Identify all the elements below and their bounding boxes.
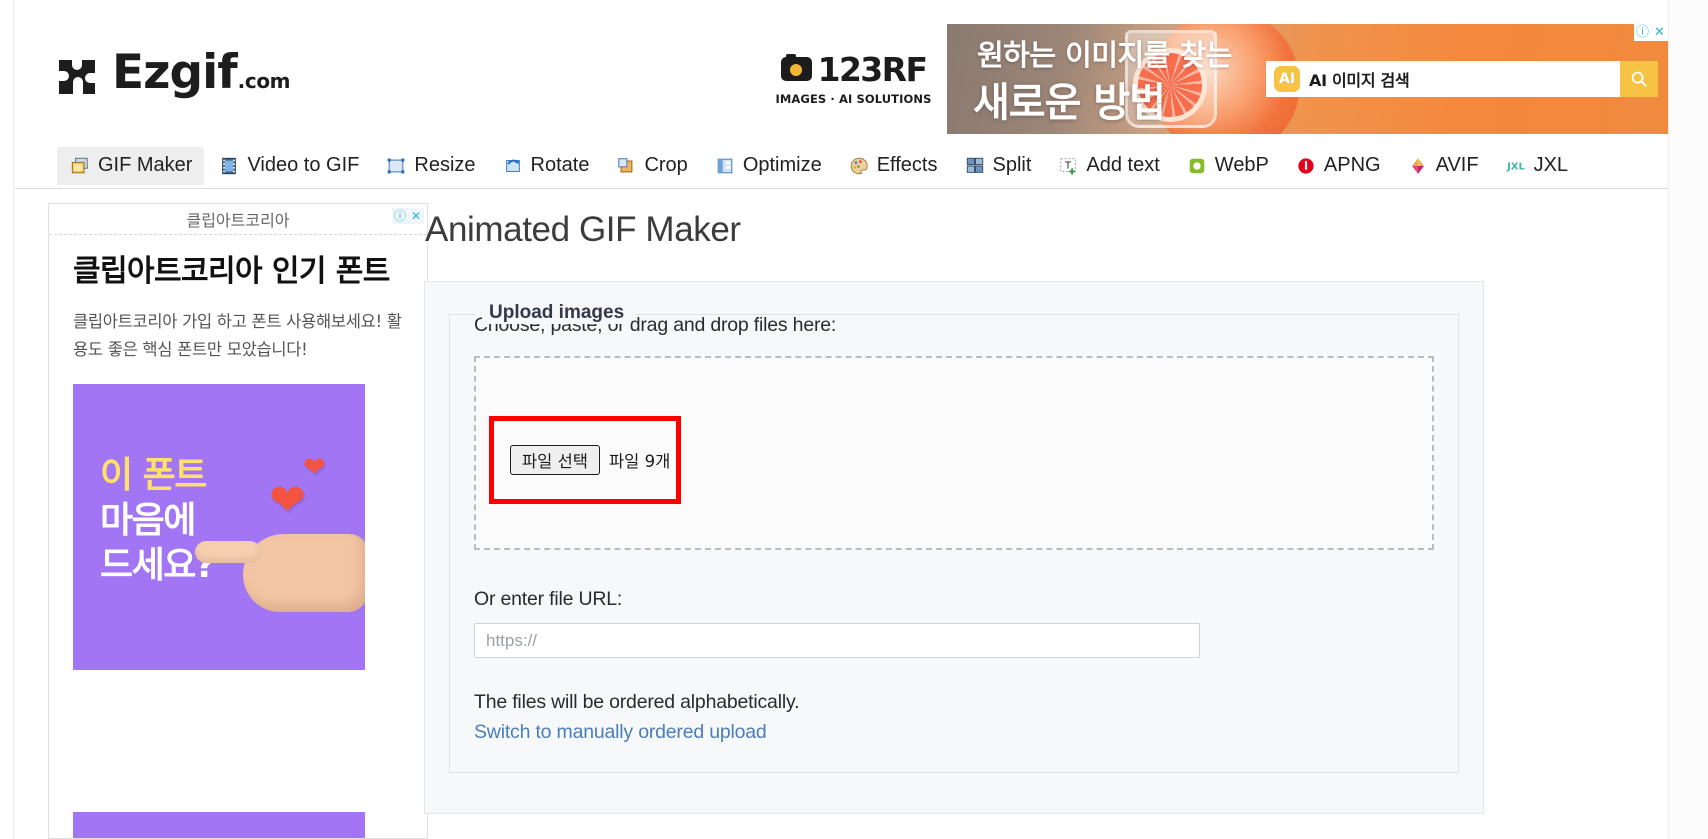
video-to-gif-icon [218,155,240,177]
search-icon[interactable] [1620,61,1658,97]
sidebar-ad-description: 클립아트코리아 가입 하고 폰트 사용해보세요! 활용도 좋은 핵심 폰트만 모… [73,312,402,359]
ad-creative[interactable]: 원하는 이미지를 찾는 새로운 방법 AI AI 이미지 검색 [947,24,1668,134]
page-left-edge [0,0,14,839]
nav-item-crop[interactable]: Crop [603,147,699,185]
url-label: Or enter file URL: [474,588,623,610]
nav-item-resize[interactable]: Resize [373,147,487,185]
nav-item-jxl[interactable]: JXL JXL [1493,147,1580,185]
svg-text:T: T [1064,160,1072,171]
close-icon[interactable]: ✕ [1651,24,1668,41]
nav-label: AVIF [1435,154,1479,176]
upload-fieldset: Upload images Choose, paste, or drag and… [449,302,1459,773]
svg-text:JXL: JXL [1506,161,1525,172]
crop-icon [615,155,637,177]
nav-label: APNG [1323,154,1381,176]
nav-item-add-text[interactable]: T Add text [1045,147,1171,185]
ad-advertiser-tagline: IMAGES · AI SOLUTIONS [775,91,932,106]
nav-label: WebP [1214,154,1269,176]
sidebar-ad-image-secondary[interactable] [73,812,365,838]
add-text-icon: T [1057,155,1079,177]
nav-item-optimize[interactable]: Optimize [702,147,834,185]
jxl-icon: JXL [1505,155,1527,177]
rotate-icon [502,155,524,177]
heart-icon-large: ❤ [269,475,306,525]
close-icon[interactable]: ✕ [408,208,424,224]
nav-label: JXL [1533,154,1569,176]
file-input-highlight: 파일 선택 파일 9개 [489,416,681,504]
top-banner-ad[interactable]: 123RF IMAGES · AI SOLUTIONS 원하는 이미지를 찾는 … [760,24,1668,134]
nav-item-webp[interactable]: WebP [1174,147,1281,185]
main-content: Animated GIF Maker Upload images Choose,… [424,210,1544,814]
nav-label: GIF Maker [98,154,193,176]
sidebar-ad-header: 클립아트코리아 ⓘ ✕ [49,204,427,235]
nav-label: Rotate [530,154,590,176]
nav-label: Add text [1086,154,1160,176]
nav-label: Optimize [742,154,822,176]
page-root: Ezgif .com 123RF IMAGES · AI SOLUTIONS 원… [0,0,1708,839]
logo-text: Ezgif [112,45,238,100]
main-nav[interactable]: GIF Maker Video to GIF Resize Rotate Cro… [15,143,1668,189]
gif-maker-icon [69,155,91,177]
site-header: Ezgif .com 123RF IMAGES · AI SOLUTIONS 원… [15,0,1668,143]
order-note: The files will be ordered alphabetically… [474,691,800,713]
page-right-edge [1668,0,1708,839]
ad-advertiser-name: 123RF [817,49,928,89]
webp-icon [1186,155,1208,177]
sidebar-ad-label: 클립아트코리아 [186,211,290,230]
puzzle-piece-icon [57,54,103,96]
ad-headline-line2: 새로운 방법 [973,80,1166,126]
nav-label: Effects [876,154,938,176]
apng-icon [1295,155,1317,177]
file-url-input[interactable] [474,623,1200,658]
nav-label: Video to GIF [247,154,360,176]
switch-upload-mode-link[interactable]: Switch to manually ordered upload [474,721,1434,744]
heart-icon-small: ❤ [303,451,326,482]
avif-icon [1407,155,1429,177]
site-logo[interactable]: Ezgif .com [57,36,291,100]
pointing-hand-image [195,533,365,612]
sidebar-ad-controls[interactable]: ⓘ ✕ [392,208,424,224]
split-icon [964,155,986,177]
nav-item-effects[interactable]: Effects [836,147,950,185]
ai-badge-icon: AI [1274,66,1300,92]
resize-icon [385,155,407,177]
nav-item-apng[interactable]: APNG [1283,147,1393,185]
adchoices-info-icon[interactable]: ⓘ [1634,24,1651,41]
effects-icon [848,155,870,177]
logo-tld: .com [237,69,291,93]
page-title: Animated GIF Maker [425,210,741,249]
choose-file-button[interactable]: 파일 선택 [510,445,600,475]
ad-controls[interactable]: ⓘ ✕ [1634,24,1668,41]
nav-item-split[interactable]: Split [952,147,1044,185]
promo-line-1: 이 폰트 [100,454,207,496]
nav-label: Resize [414,154,476,176]
nav-item-rotate[interactable]: Rotate [490,147,602,185]
nav-item-video-to-gif[interactable]: Video to GIF [206,147,371,185]
ad-search-bar[interactable]: AI AI 이미지 검색 [1266,61,1658,97]
ad-headline-line1: 원하는 이미지를 찾는 [977,38,1232,72]
file-count-status: 파일 9개 [608,452,671,471]
sidebar-ad-image[interactable]: 이 폰트 마음에 드세요? ❤ ❤ [73,383,365,670]
nav-item-gif-maker[interactable]: GIF Maker [57,146,205,185]
nav-label: Split [992,154,1032,176]
adchoices-info-icon[interactable]: ⓘ [392,208,408,224]
file-dropzone[interactable]: 파일 선택 파일 9개 [474,356,1434,550]
nav-item-avif[interactable]: AVIF [1395,147,1491,185]
optimize-icon [714,155,736,177]
upload-legend: Upload images [482,302,632,324]
upload-panel: Upload images Choose, paste, or drag and… [424,281,1484,814]
camera-icon [780,54,812,81]
ad-advertiser-logo: 123RF IMAGES · AI SOLUTIONS [760,24,947,134]
nav-label: Crop [644,154,688,176]
sidebar-ad-body[interactable]: 클립아트코리아 인기 폰트 클립아트코리아 가입 하고 폰트 사용해보세요! 활… [49,235,427,670]
sidebar-ad[interactable]: 클립아트코리아 ⓘ ✕ 클립아트코리아 인기 폰트 클립아트코리아 가입 하고 … [48,203,428,839]
ad-search-text: AI 이미지 검색 [1309,71,1410,90]
promo-line-2: 마음에 [100,499,196,541]
sidebar-ad-headline: 클립아트코리아 인기 폰트 [73,254,390,289]
